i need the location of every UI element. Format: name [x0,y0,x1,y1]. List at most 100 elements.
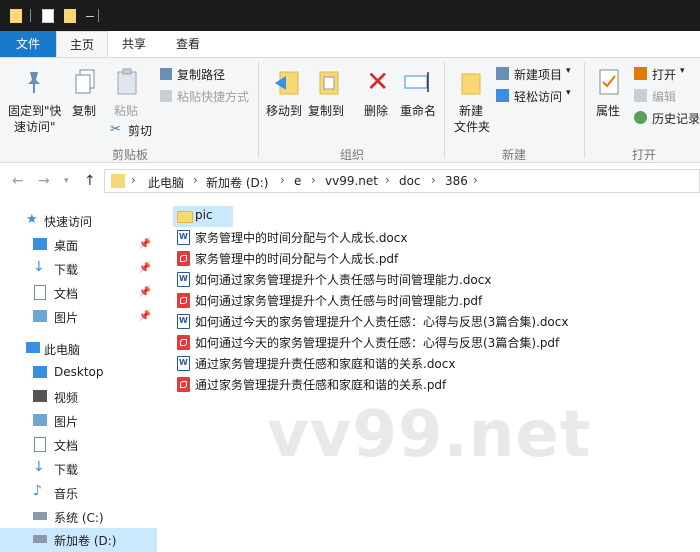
sidebar-item-label: 快速访问 [44,215,93,229]
list-item[interactable]: 如何通过家务管理提升个人责任感与时间管理能力.pdf [173,290,533,311]
list-item[interactable]: 家务管理中的时间分配与个人成长.pdf [173,248,533,269]
sidebar-item-drive-c[interactable]: 系统 (C:) [0,505,157,529]
tab-file[interactable]: 文件 [0,31,56,57]
list-item[interactable]: 通过家务管理提升责任感和家庭和谐的关系.pdf [173,374,533,395]
sidebar-item-label: 下载 [54,263,79,277]
move-to-button[interactable]: 移动到 [266,102,302,119]
pin-icon[interactable]: 📌 [139,263,151,274]
group-separator [444,62,445,158]
pin-icon[interactable] [24,70,44,94]
dropdown-icon[interactable] [86,16,94,17]
chevron-down-icon[interactable]: ▾ [566,88,571,98]
chevron-right-icon[interactable]: › [311,173,316,187]
file-name: pic [195,208,213,222]
breadcrumb-vv99[interactable]: vv99.net [325,174,378,188]
picture-icon [33,310,47,322]
history-button[interactable]: 历史记录 [652,110,700,127]
chevron-down-icon[interactable]: ▾ [566,66,571,76]
tab-home[interactable]: 主页 [56,31,108,58]
properties-icon[interactable] [598,68,620,96]
breadcrumb-e[interactable]: e [294,174,301,188]
sidebar-item-this-pc[interactable]: 此电脑 [0,337,157,361]
copy-icon[interactable] [74,68,98,96]
paste-icon[interactable] [116,68,138,96]
rename-icon[interactable] [404,70,432,94]
edit-button[interactable]: 编辑 [652,88,676,105]
sidebar-item-documents[interactable]: 文档 📌 [0,281,157,305]
paste-shortcut-button[interactable]: 粘贴快捷方式 [177,88,249,105]
sidebar-item-pictures-pc[interactable]: 图片 [0,409,157,433]
breadcrumb-386[interactable]: 386 [445,174,468,188]
chevron-right-icon[interactable]: › [193,173,198,187]
tab-view[interactable]: 查看 [160,31,216,57]
sidebar-item-label: 文档 [54,287,79,301]
list-item[interactable]: pic [173,206,233,227]
breadcrumb-drive-d[interactable]: 新加卷 (D:) [206,174,268,191]
copy-to-button[interactable]: 复制到 [308,102,344,119]
copy-path-button[interactable]: 复制路径 [177,66,225,83]
list-item[interactable]: 通过家务管理提升责任感和家庭和谐的关系.docx [173,353,533,374]
pin-icon[interactable]: 📌 [139,287,151,298]
sidebar-item-drive-d[interactable]: 新加卷 (D:) [0,528,157,552]
computer-icon [26,342,40,353]
word-document-icon [177,314,190,329]
sidebar-item-desktop[interactable]: 桌面 📌 [0,233,157,257]
list-item[interactable]: 如何通过家务管理提升个人责任感与时间管理能力.docx [173,269,533,290]
properties-button[interactable]: 属性 [596,102,620,119]
sidebar-item-downloads[interactable]: ↓ 下载 📌 [0,257,157,281]
paste-button[interactable]: 粘贴 [114,102,138,119]
sidebar-item-music[interactable]: ♪ 音乐 [0,481,157,505]
new-item-button[interactable]: 新建项目 [514,66,562,83]
rename-button[interactable]: 重命名 [400,102,436,119]
address-bar[interactable]: › 此电脑 › 新加卷 (D:) › e › vv99.net › doc › … [104,169,700,193]
new-folder-icon[interactable] [64,9,76,23]
back-icon[interactable]: ← [12,173,24,189]
pin-icon[interactable]: 📌 [139,311,151,322]
download-icon: ↓ [33,259,45,275]
list-item[interactable]: 如何通过今天的家务管理提升个人责任感：心得与反思(3篇合集).docx [173,311,593,332]
edit-icon [634,89,647,102]
sidebar-item-videos[interactable]: 视频 [0,385,157,409]
easy-access-button[interactable]: 轻松访问 [514,88,562,105]
sidebar-item-desktop-pc[interactable]: Desktop [0,361,157,385]
up-icon[interactable]: ↑ [84,173,96,189]
pin-quick-access-button[interactable]: 固定到"快 [8,102,62,119]
chevron-right-icon[interactable]: › [131,173,136,187]
chevron-right-icon[interactable]: › [280,173,285,187]
new-folder-button[interactable]: 新建 [459,102,483,119]
delete-button[interactable]: 删除 [364,102,388,119]
sidebar-item-label: 图片 [54,311,79,325]
list-item[interactable]: 如何通过今天的家务管理提升个人责任感：心得与反思(3篇合集).pdf [173,332,593,353]
copy-button[interactable]: 复制 [72,102,96,119]
cut-button[interactable]: 剪切 [128,122,152,139]
new-group-label: 新建 [502,148,527,162]
group-separator [584,62,585,158]
pin-icon[interactable]: 📌 [139,239,151,250]
chevron-right-icon[interactable]: › [431,173,436,187]
forward-icon[interactable]: → [38,173,50,189]
word-document-icon [177,230,190,245]
sidebar-item-quick-access[interactable]: ★ 快速访问 [0,209,157,233]
breadcrumb-this-pc[interactable]: 此电脑 [148,174,184,191]
pdf-icon [177,377,190,392]
sidebar-item-documents-pc[interactable]: 文档 [0,433,157,457]
new-folder-icon[interactable] [460,68,482,96]
sidebar-item-pictures[interactable]: 图片 📌 [0,305,157,329]
sidebar-item-downloads-pc[interactable]: ↓ 下载 [0,457,157,481]
chevron-right-icon[interactable]: › [473,173,478,187]
chevron-down-icon[interactable]: ▾ [680,66,685,76]
list-item[interactable]: 家务管理中的时间分配与个人成长.docx [173,227,533,248]
open-button[interactable]: 打开 [652,66,676,83]
watermark: vv99.net [267,398,592,472]
move-to-icon[interactable] [274,68,300,98]
history-icon [634,111,647,124]
tab-share[interactable]: 共享 [108,31,160,57]
chevron-right-icon[interactable]: › [385,173,390,187]
properties-icon[interactable] [42,9,54,23]
breadcrumb-doc[interactable]: doc [399,174,421,188]
folder-icon[interactable] [10,9,22,23]
chevron-down-icon[interactable]: ▾ [64,176,69,186]
copy-to-icon[interactable] [316,68,342,98]
delete-icon[interactable]: ✕ [366,68,389,96]
document-icon [34,437,46,452]
